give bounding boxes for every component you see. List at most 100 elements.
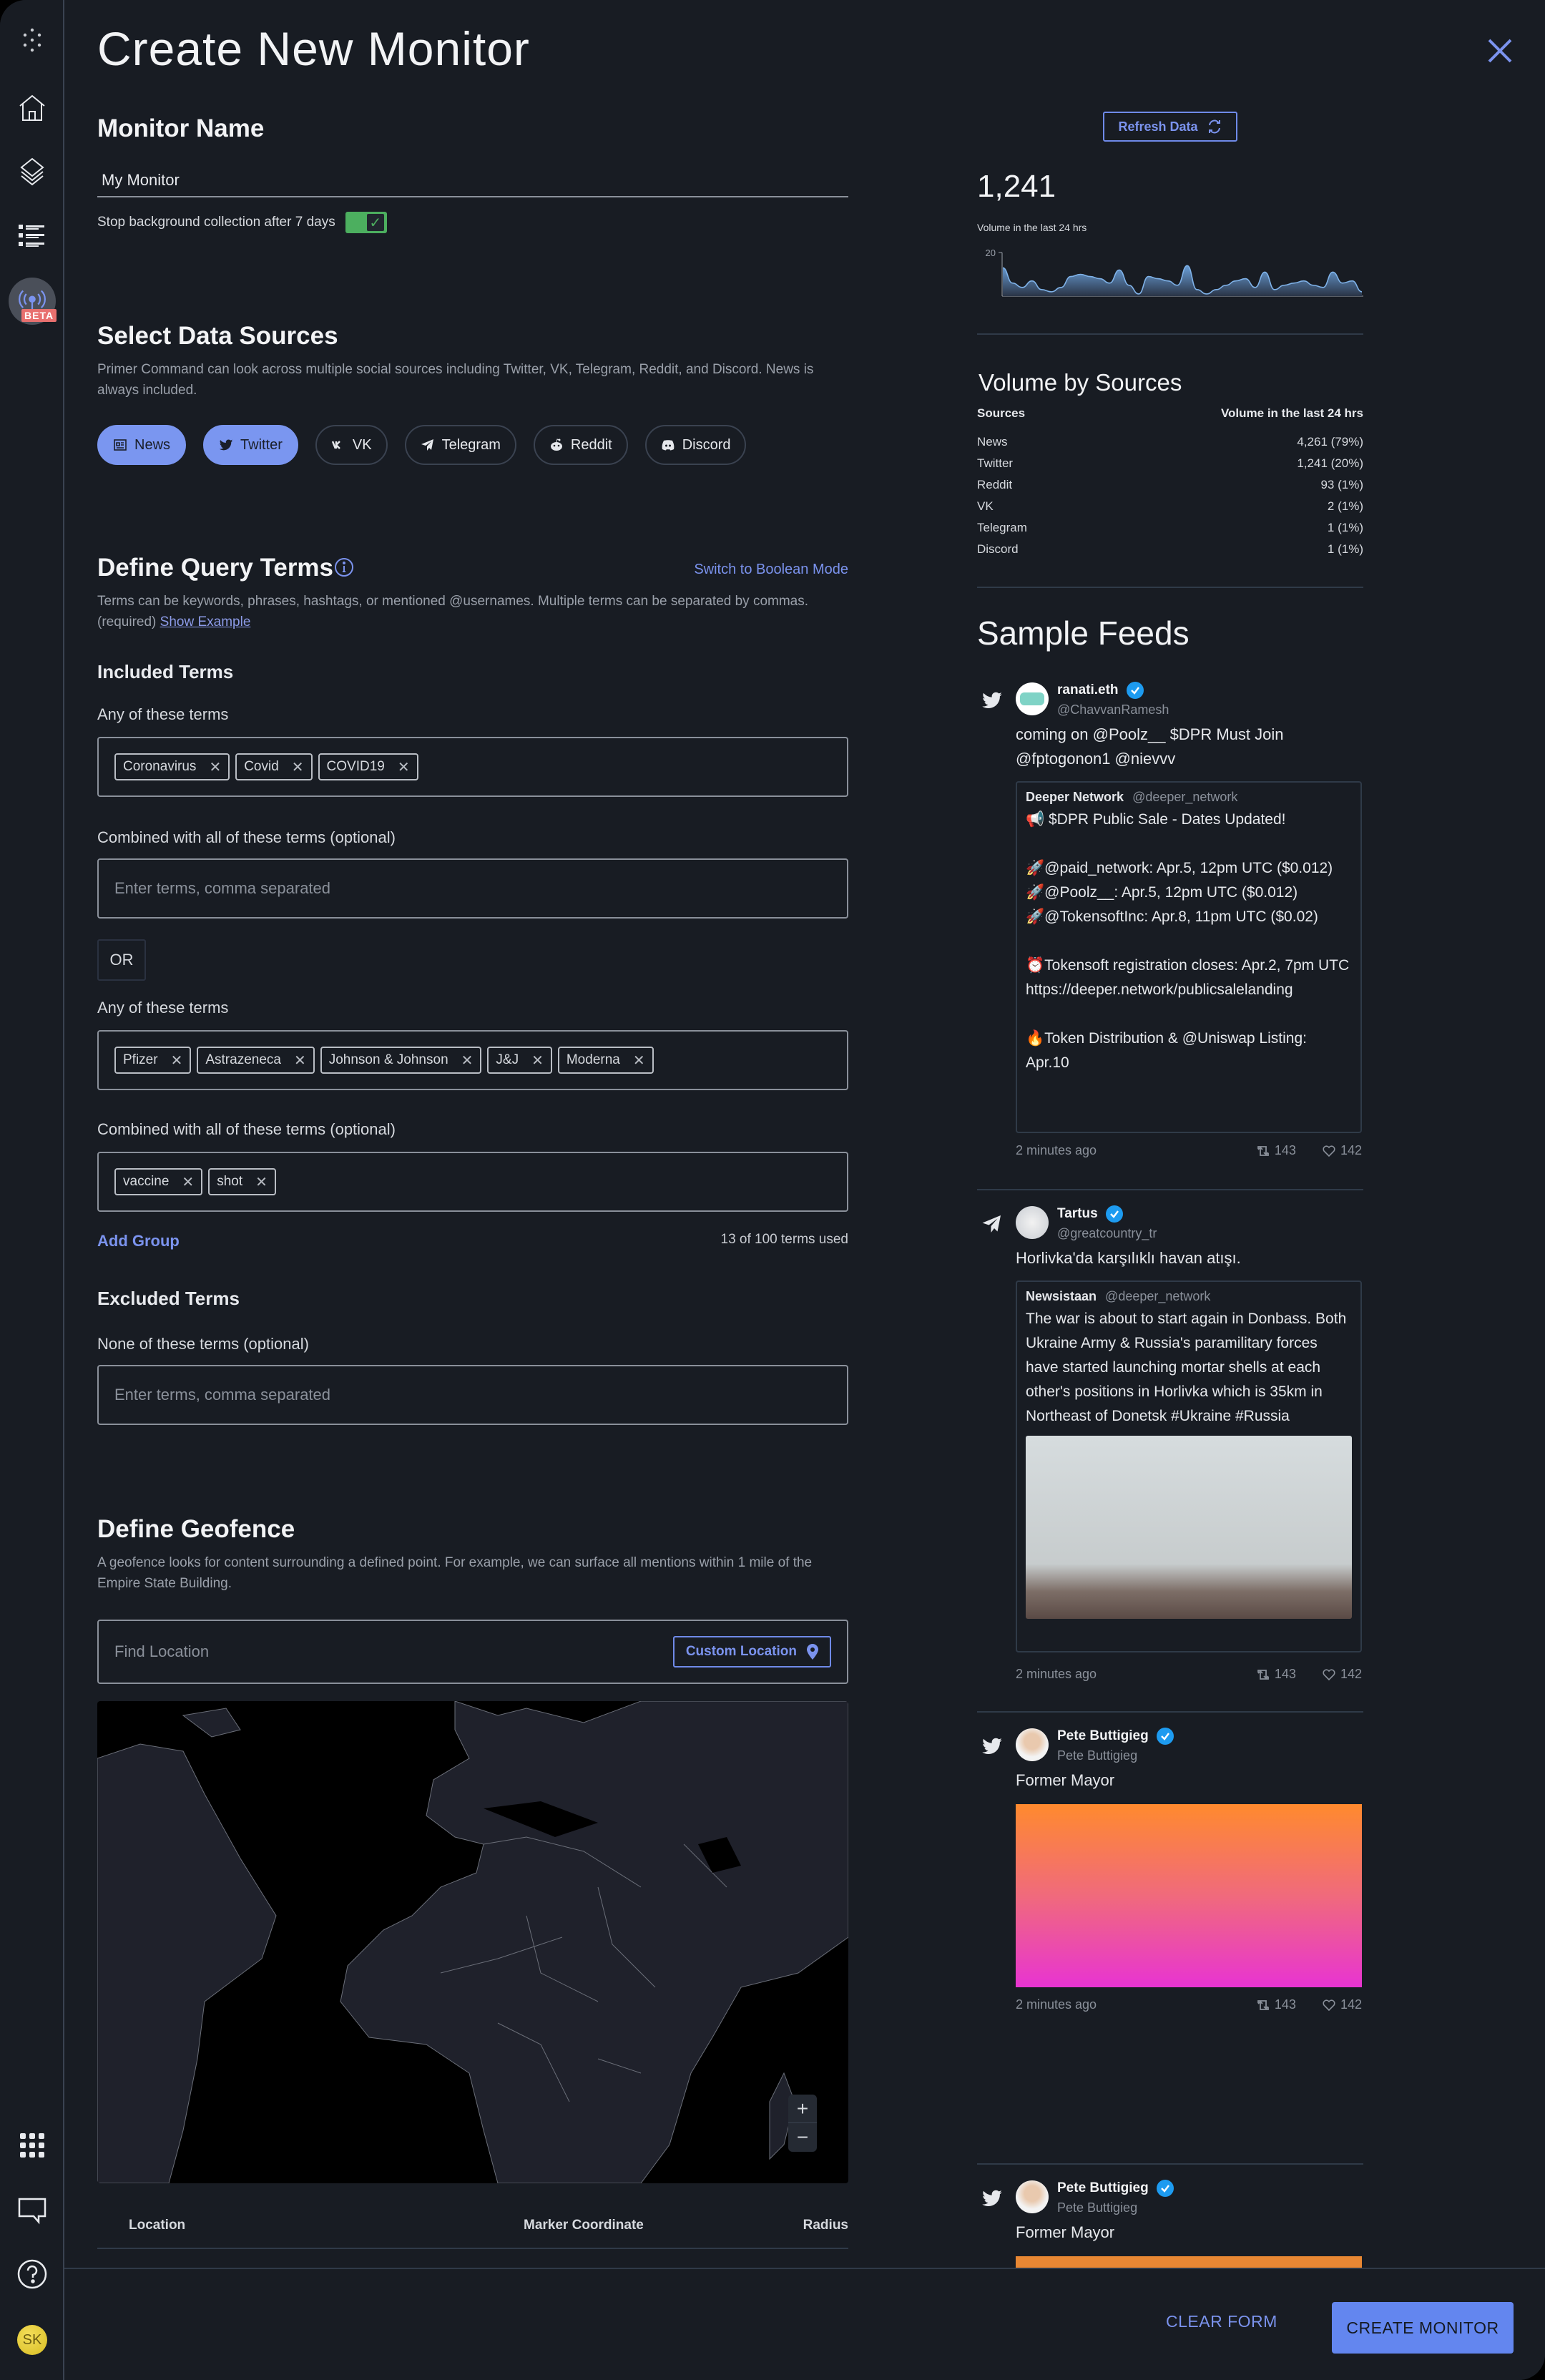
switch-boolean-mode-link[interactable]: Switch to Boolean Mode — [694, 562, 848, 578]
remove-tag-icon[interactable]: ✕ — [171, 1052, 183, 1069]
create-monitor-button[interactable]: CREATE MONITOR — [1332, 2302, 1514, 2354]
home-icon[interactable] — [13, 89, 52, 127]
term-tag[interactable]: Moderna ✕ — [557, 1047, 654, 1074]
dots-logo-icon[interactable] — [13, 21, 52, 60]
clear-form-button[interactable]: CLEAR FORM — [1166, 2312, 1277, 2331]
remove-tag-icon[interactable]: ✕ — [461, 1052, 474, 1069]
vk-icon — [331, 441, 340, 449]
user-avatar[interactable]: SK — [17, 2325, 47, 2355]
custom-location-button[interactable]: Custom Location — [672, 1636, 831, 1668]
term-tag[interactable]: vaccine ✕ — [114, 1168, 203, 1195]
feed-meta: 2 minutes ago 143 142 — [1016, 1997, 1362, 2012]
background-collection-toggle[interactable]: ✓ — [345, 212, 387, 233]
source-chip-telegram[interactable]: Telegram — [404, 425, 516, 465]
post-image[interactable] — [1026, 1436, 1352, 1619]
data-sources-description: Primer Command can look across multiple … — [97, 362, 814, 398]
zoom-out-button[interactable]: − — [788, 2123, 817, 2152]
twitter-icon — [982, 692, 1002, 708]
like-count[interactable]: 142 — [1322, 1997, 1362, 2012]
author-name[interactable]: Tartus — [1057, 1205, 1124, 1223]
quoted-post[interactable]: Newsistaan @deeper_network The war is abo… — [1016, 1280, 1362, 1652]
show-example-link[interactable]: Show Example — [160, 614, 251, 630]
term-tag[interactable]: Coronavirus ✕ — [114, 753, 230, 780]
remove-tag-icon[interactable]: ✕ — [398, 758, 410, 776]
author-name[interactable]: Pete Buttigieg — [1057, 1727, 1174, 1745]
post-image[interactable] — [1016, 1804, 1362, 1987]
twitter-icon — [219, 439, 233, 451]
term-tag[interactable]: COVID19 ✕ — [318, 753, 418, 780]
author-name[interactable]: Pete Buttigieg — [1057, 2179, 1174, 2198]
refresh-data-button[interactable]: Refresh Data — [1103, 112, 1237, 142]
group1-all-input[interactable]: Enter terms, comma separated — [97, 858, 848, 919]
find-location-input[interactable]: Find Location Custom Location — [97, 1620, 848, 1684]
toggle-label: Stop background collection after 7 days — [97, 215, 335, 230]
list-icon[interactable] — [13, 216, 52, 255]
retweet-count[interactable]: 143 — [1256, 1143, 1296, 1158]
quoted-text: 📢 $DPR Public Sale - Dates Updated! 🚀@pa… — [1026, 811, 1350, 1071]
avatar[interactable] — [1016, 2180, 1049, 2213]
volume-caption: Volume in the last 24 hrs — [977, 222, 1087, 233]
info-icon[interactable] — [333, 557, 355, 578]
retweet-count[interactable]: 143 — [1256, 1667, 1296, 1682]
or-divider: OR — [97, 939, 146, 981]
volume-by-sources-title: Volume by Sources — [978, 369, 1182, 396]
layers-icon[interactable] — [13, 152, 52, 190]
help-icon[interactable] — [13, 2255, 52, 2293]
source-chip-twitter[interactable]: Twitter — [203, 425, 298, 465]
geofence-heading: Define Geofence — [97, 1515, 295, 1543]
term-tag[interactable]: Astrazeneca ✕ — [197, 1047, 315, 1074]
geofence-map[interactable] — [97, 1701, 848, 2183]
reddit-icon — [550, 439, 562, 451]
group1-any-label: Any of these terms — [97, 705, 229, 723]
monitor-name-heading: Monitor Name — [97, 114, 265, 142]
source-chip-news[interactable]: News — [97, 425, 187, 465]
avatar[interactable] — [1016, 1728, 1049, 1761]
remove-tag-icon[interactable]: ✕ — [255, 1173, 268, 1191]
avatar[interactable] — [1016, 682, 1049, 715]
query-terms-description: Terms can be keywords, phrases, hashtags… — [97, 594, 809, 630]
chat-icon[interactable] — [13, 2190, 52, 2229]
remove-tag-icon[interactable]: ✕ — [209, 758, 221, 776]
like-count[interactable]: 142 — [1322, 1143, 1362, 1158]
term-tag[interactable]: Covid ✕ — [235, 753, 313, 780]
excluded-terms-input[interactable]: Enter terms, comma separated — [97, 1365, 848, 1425]
remove-tag-icon[interactable]: ✕ — [292, 758, 304, 776]
col-location: Location — [129, 2218, 186, 2233]
remove-tag-icon[interactable]: ✕ — [633, 1052, 645, 1069]
group2-any-input[interactable]: Pfizer ✕ Astrazeneca ✕ Johnson & Johnson ✕ J&J… — [97, 1030, 848, 1090]
refresh-icon — [1208, 119, 1220, 134]
source-chip-reddit[interactable]: Reddit — [533, 425, 628, 465]
source-chip-vk[interactable]: VK — [315, 425, 388, 465]
close-icon[interactable] — [1482, 33, 1518, 69]
author-name[interactable]: ranati.eth — [1057, 681, 1144, 700]
like-count[interactable]: 142 — [1322, 1667, 1362, 1682]
location-pin-icon — [807, 1644, 818, 1660]
source-volume: 93 (1%) — [1320, 478, 1363, 491]
heart-icon — [1323, 1668, 1335, 1680]
group2-all-label: Combined with all of these terms (option… — [97, 1120, 396, 1138]
term-tag[interactable]: Pfizer ✕ — [114, 1047, 192, 1074]
term-tag[interactable]: Johnson & Johnson ✕ — [320, 1047, 482, 1074]
remove-tag-icon[interactable]: ✕ — [182, 1173, 194, 1191]
term-tag[interactable]: shot ✕ — [208, 1168, 276, 1195]
verified-icon — [1126, 682, 1144, 699]
add-group-button[interactable]: Add Group — [97, 1232, 180, 1250]
remove-tag-icon[interactable]: ✕ — [531, 1052, 544, 1069]
retweet-count[interactable]: 143 — [1256, 1997, 1296, 2012]
term-tag[interactable]: J&J ✕ — [487, 1047, 552, 1074]
group1-any-input[interactable]: Coronavirus ✕ Covid ✕ COVID19 ✕ — [97, 737, 848, 797]
monitor-name-input[interactable] — [97, 165, 848, 197]
zoom-in-button[interactable]: + — [788, 2095, 817, 2123]
map-zoom-control: + − — [788, 2095, 817, 2152]
grid-icon[interactable] — [13, 2126, 52, 2165]
source-chip-discord[interactable]: Discord — [644, 425, 747, 465]
quoted-post[interactable]: Deeper Network @deeper_network 📢 $DPR Pub… — [1016, 781, 1362, 1133]
check-icon: ✓ — [366, 214, 384, 231]
included-terms-heading: Included Terms — [97, 661, 234, 682]
divider — [977, 333, 1363, 335]
source-volume: 4,261 (79%) — [1297, 435, 1363, 449]
avatar[interactable] — [1016, 1206, 1049, 1239]
group2-all-input[interactable]: vaccine ✕ shot ✕ — [97, 1152, 848, 1212]
remove-tag-icon[interactable]: ✕ — [294, 1052, 306, 1069]
feed-meta: 2 minutes ago 143 142 — [1016, 1143, 1362, 1158]
